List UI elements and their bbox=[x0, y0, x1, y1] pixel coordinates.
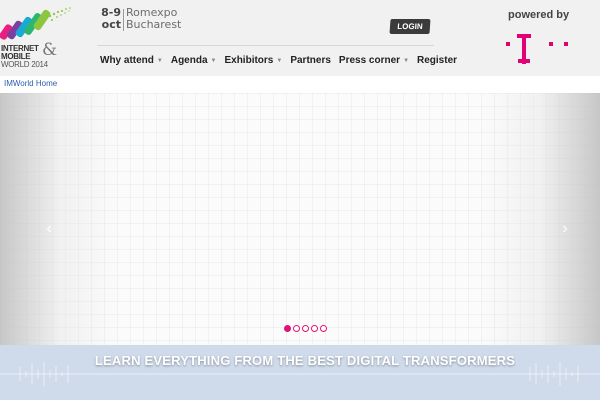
slide-dot-3[interactable] bbox=[302, 325, 309, 332]
slide-dot-2[interactable] bbox=[293, 325, 300, 332]
nav-item-exhibitors[interactable]: Exhibitors ▼ bbox=[224, 55, 282, 66]
event-dates: 8-9 oct bbox=[97, 7, 121, 31]
slide-dot-4[interactable] bbox=[311, 325, 318, 332]
logo-wordmark: INTERNET MOBILE WORLD 2014 bbox=[1, 45, 71, 69]
venue-city: Bucharest bbox=[126, 18, 182, 31]
nav-item-partners[interactable]: Partners bbox=[290, 55, 331, 66]
breadcrumb-home-link[interactable]: IMWorld Home bbox=[4, 79, 57, 88]
logo-line-3: WORLD 2014 bbox=[1, 60, 48, 69]
nav-divider bbox=[97, 45, 434, 46]
slider-pagination bbox=[284, 325, 327, 332]
caret-down-icon: ▼ bbox=[403, 57, 410, 64]
logo-ampersand: & bbox=[42, 40, 58, 60]
nav-label: Register bbox=[417, 55, 458, 66]
logo-graphic-icon bbox=[0, 7, 71, 40]
nav-item-press-corner[interactable]: Press corner ▼ bbox=[339, 55, 409, 66]
nav-item-register[interactable]: Register bbox=[417, 55, 457, 66]
slide-banner: LEARN EVERYTHING FROM THE BEST DIGITAL T… bbox=[0, 345, 600, 400]
caret-down-icon: ▼ bbox=[156, 57, 163, 64]
telekom-t-logo-icon[interactable] bbox=[506, 32, 576, 66]
chevron-right-icon[interactable]: › bbox=[556, 218, 574, 240]
nav-label: Press corner bbox=[338, 55, 401, 66]
chevron-left-icon[interactable]: ‹ bbox=[40, 218, 58, 240]
caret-down-icon: ▼ bbox=[276, 57, 283, 64]
powered-by-label: powered by bbox=[508, 9, 570, 21]
breadcrumb: IMWorld Home bbox=[4, 79, 57, 88]
nav-label: Partners bbox=[290, 55, 331, 66]
slide-headline: LEARN EVERYTHING FROM THE BEST DIGITAL T… bbox=[94, 353, 516, 368]
event-venue: Romexpo Bucharest bbox=[126, 7, 181, 31]
login-button[interactable]: LOGIN bbox=[389, 19, 431, 34]
event-month: oct bbox=[101, 18, 121, 31]
event-divider bbox=[123, 9, 124, 31]
hero-slider: ‹ › LEARN EVERYTHING FROM THE BEST DIGIT… bbox=[0, 93, 600, 400]
slide-dot-1[interactable] bbox=[284, 325, 291, 332]
nav-label: Agenda bbox=[170, 55, 208, 66]
nav-item-why-attend[interactable]: Why attend ▼ bbox=[100, 55, 163, 66]
slide-dot-5[interactable] bbox=[320, 325, 327, 332]
main-nav: Why attend ▼ Agenda ▼ Exhibitors ▼ Partners… bbox=[100, 55, 465, 66]
caret-down-icon: ▼ bbox=[210, 57, 217, 64]
nav-label: Why attend bbox=[100, 55, 154, 66]
site-logo[interactable]: INTERNET MOBILE WORLD 2014 & bbox=[0, 4, 80, 70]
nav-label: Exhibitors bbox=[224, 55, 274, 66]
nav-item-agenda[interactable]: Agenda ▼ bbox=[171, 55, 217, 66]
site-header: INTERNET MOBILE WORLD 2014 & 8-9 oct Rom… bbox=[0, 0, 600, 76]
